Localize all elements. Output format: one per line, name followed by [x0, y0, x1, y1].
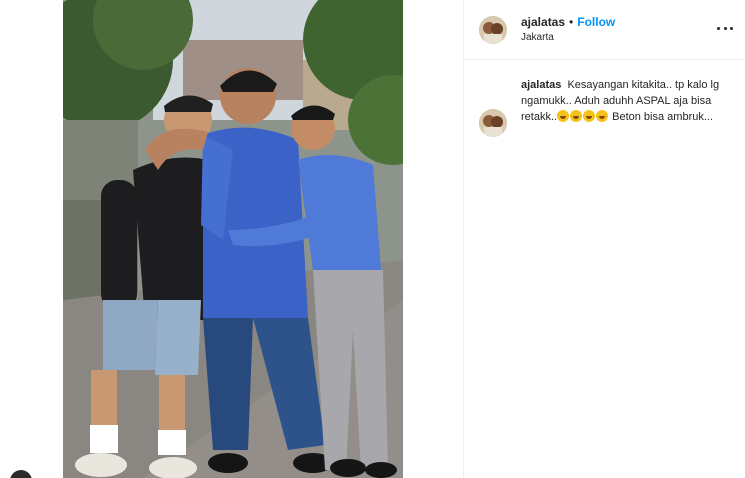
- more-options-icon[interactable]: [717, 22, 733, 34]
- location-link[interactable]: Jakarta: [521, 32, 615, 44]
- avatar-image: [479, 109, 507, 137]
- more-dot: [723, 26, 727, 30]
- post-side-panel: ajalatas • Follow Jakarta ajalatas Kesay…: [463, 0, 745, 478]
- grinning-sweat-emoji-icon: [596, 110, 609, 122]
- separator-dot: •: [569, 14, 574, 29]
- username-row: ajalatas • Follow: [521, 14, 615, 30]
- post-header: ajalatas • Follow Jakarta: [464, 0, 745, 60]
- username-link[interactable]: ajalatas: [521, 15, 565, 30]
- rolling-laughing-emoji-icon: [583, 110, 596, 122]
- caption-username[interactable]: ajalatas: [521, 79, 561, 91]
- photo-illustration: [63, 0, 403, 478]
- caption-text: ajalatas Kesayangan kitakita.. tp kalo l…: [521, 77, 721, 137]
- avatar[interactable]: [479, 109, 507, 137]
- caption-comment: ajalatas Kesayangan kitakita.. tp kalo l…: [464, 60, 745, 137]
- caption-text-end: Beton bisa ambruk...: [609, 111, 714, 123]
- carousel-nav-icon[interactable]: [10, 470, 32, 478]
- rolling-laughing-emoji-icon: [557, 110, 570, 122]
- instagram-post-view: ajalatas • Follow Jakarta ajalatas Kesay…: [0, 0, 745, 478]
- follow-button[interactable]: Follow: [577, 15, 615, 30]
- avatar-image: [479, 15, 507, 44]
- grinning-sweat-emoji-icon: [570, 110, 583, 122]
- post-photo[interactable]: [63, 0, 403, 478]
- more-dot: [717, 26, 720, 30]
- post-header-text: ajalatas • Follow Jakarta: [521, 14, 615, 44]
- more-dot: [730, 26, 733, 30]
- avatar[interactable]: [479, 15, 507, 44]
